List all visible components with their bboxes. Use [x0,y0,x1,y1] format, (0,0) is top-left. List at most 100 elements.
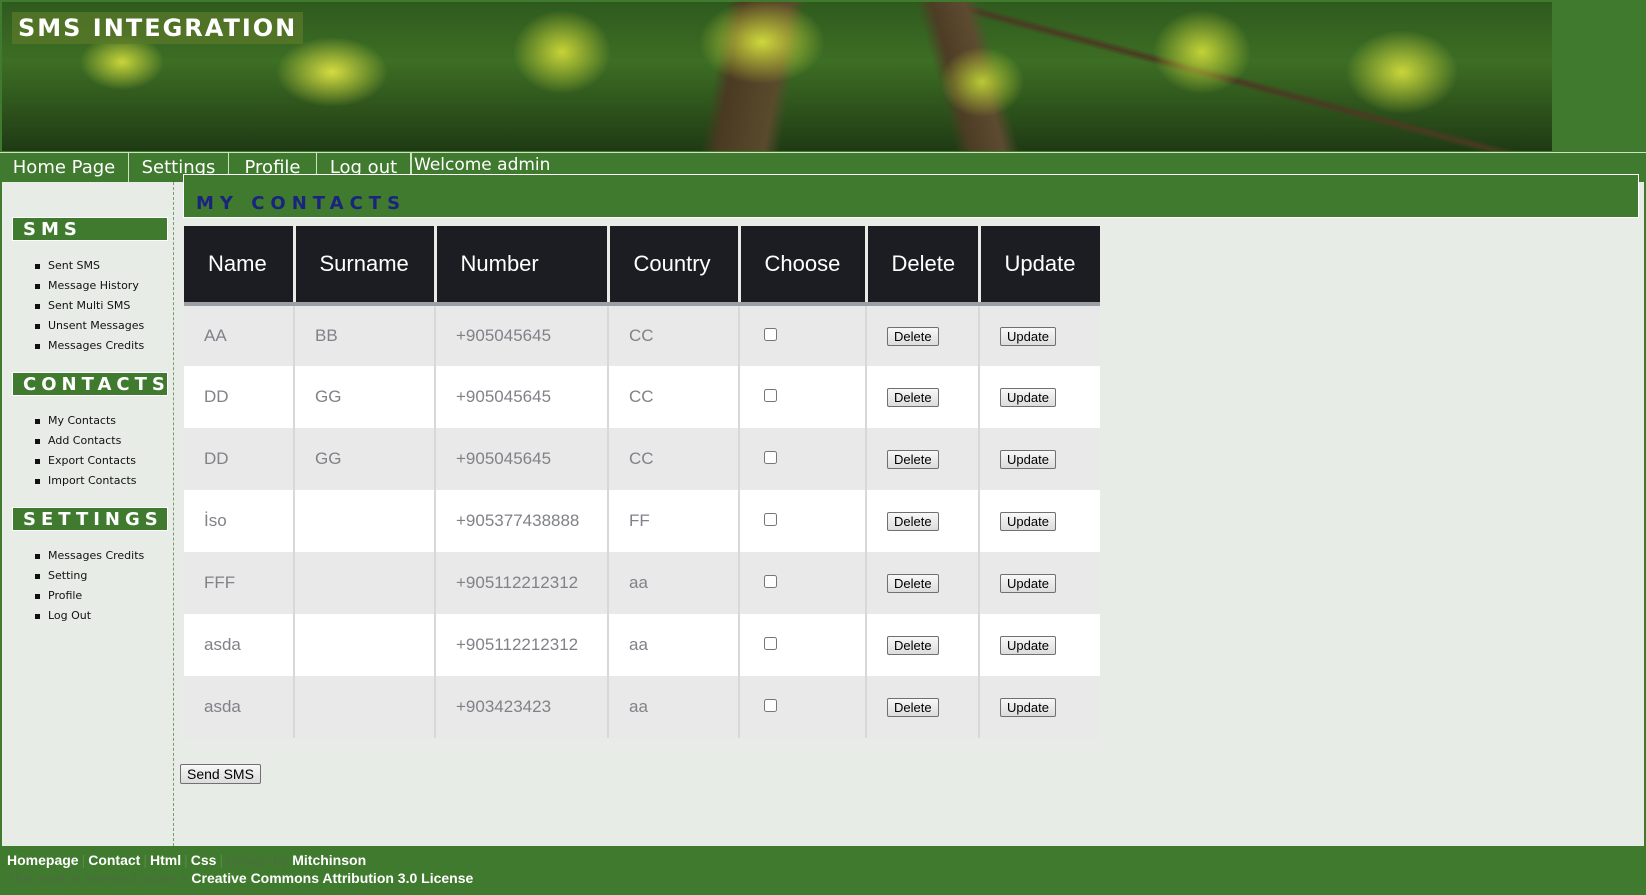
cell-delete: Delete [865,614,979,676]
page-frame: SMS INTEGRATION Home Page Settings Profi… [0,0,1646,895]
sidebar-item-sent-multi-sms[interactable]: Sent Multi SMS [34,296,144,316]
cell-choose [738,614,866,676]
cell-number: +905045645 [434,304,608,366]
sidebar-item-messages-credits-2[interactable]: Messages Credits [34,546,144,566]
sidebar-list-settings: Messages Credits Setting Profile Log Out [34,546,144,626]
cell-choose [738,428,866,490]
sidebar-list-sms: Sent SMS Message History Sent Multi SMS … [34,256,144,356]
cell-name: DD [184,366,294,428]
cell-update: Update [978,552,1100,614]
cell-delete: Delete [865,676,979,738]
choose-checkbox[interactable] [764,575,777,588]
column-header-country: Country [606,226,739,306]
cell-country: aa [607,552,739,614]
cell-update: Update [978,366,1100,428]
header-banner: SMS INTEGRATION [2,2,1552,151]
cell-country: aa [607,676,739,738]
delete-button[interactable]: Delete [887,574,939,593]
footer-link-css[interactable]: Css [191,852,217,868]
footer-link-homepage[interactable]: Homepage [7,852,79,868]
update-button[interactable]: Update [1000,698,1056,717]
sidebar-item-log-out[interactable]: Log Out [34,606,144,626]
cell-update: Update [978,428,1100,490]
update-button[interactable]: Update [1000,388,1056,407]
footer-separator: | [81,852,86,868]
cell-number: +905045645 [434,366,608,428]
sidebar-item-profile[interactable]: Profile [34,586,144,606]
sidebar-item-sent-sms[interactable]: Sent SMS [34,256,144,276]
cell-country: CC [607,304,739,366]
delete-button[interactable]: Delete [887,698,939,717]
table-row: DD GG +905045645 CC Delete Update [184,366,1100,428]
choose-checkbox[interactable] [764,389,777,402]
choose-checkbox[interactable] [764,699,777,712]
sidebar-item-import-contacts[interactable]: Import Contacts [35,471,137,491]
cell-name: AA [184,304,294,366]
cell-update: Update [978,304,1100,366]
sidebar-item-message-history[interactable]: Message History [34,276,144,296]
cell-number: +903423423 [434,676,608,738]
contacts-table: Name Surname Number Country Choose Delet… [184,226,1100,738]
footer: Homepage | Contact | Html | Css | Design by Mitc… [0,846,1646,895]
delete-button[interactable]: Delete [887,388,939,407]
cell-name: asda [184,614,294,676]
cell-surname [293,490,435,552]
update-button[interactable]: Update [1000,574,1056,593]
update-button[interactable]: Update [1000,450,1056,469]
site-title: SMS INTEGRATION [12,12,304,44]
sidebar-heading-contacts: CONTACTS [12,372,168,396]
sidebar-heading-settings: SETTINGS [12,507,168,531]
cell-delete: Delete [865,366,979,428]
cell-surname: GG [293,366,435,428]
footer-link-designer[interactable]: Mitchinson [292,852,366,868]
cell-choose [738,490,866,552]
choose-checkbox[interactable] [764,328,777,341]
sidebar-item-my-contacts[interactable]: My Contacts [35,411,137,431]
choose-checkbox[interactable] [764,451,777,464]
column-header-update: Update [977,226,1100,306]
footer-link-html[interactable]: Html [150,852,181,868]
page-title: MY CONTACTS [196,193,407,214]
main-heading-bar: MY CONTACTS [183,174,1639,218]
sidebar-item-setting[interactable]: Setting [34,566,144,586]
cell-number: +905112212312 [434,614,608,676]
table-row: asda +903423423 aa Delete Update [184,676,1100,738]
cell-update: Update [978,490,1100,552]
sidebar-item-unsent-messages[interactable]: Unsent Messages [34,316,144,336]
cell-name: DD [184,428,294,490]
update-button[interactable]: Update [1000,327,1056,346]
nav-home-page[interactable]: Home Page [0,153,129,182]
cell-country: CC [607,428,739,490]
choose-checkbox[interactable] [764,513,777,526]
table-row: AA BB +905045645 CC Delete Update [184,304,1100,366]
column-header-delete: Delete [864,226,979,306]
cell-choose [738,304,866,366]
update-button[interactable]: Update [1000,512,1056,531]
cell-name: İso [184,490,294,552]
content-area: SMS Sent SMS Message History Sent Multi … [2,174,1644,846]
cell-choose [738,366,866,428]
cell-delete: Delete [865,304,979,366]
footer-license-text: This work is licensed under a [7,870,188,886]
cell-surname [293,676,435,738]
cell-country: aa [607,614,739,676]
delete-button[interactable]: Delete [887,450,939,469]
delete-button[interactable]: Delete [887,327,939,346]
cell-choose [738,676,866,738]
table-row: asda +905112212312 aa Delete Update [184,614,1100,676]
sidebar-item-messages-credits[interactable]: Messages Credits [34,336,144,356]
cell-update: Update [978,676,1100,738]
sidebar-item-export-contacts[interactable]: Export Contacts [35,451,137,471]
cell-delete: Delete [865,428,979,490]
column-header-surname: Surname [292,226,435,306]
sidebar-item-add-contacts[interactable]: Add Contacts [35,431,137,451]
cell-number: +905112212312 [434,552,608,614]
send-sms-button[interactable]: Send SMS [180,764,261,784]
cell-country: CC [607,366,739,428]
delete-button[interactable]: Delete [887,512,939,531]
footer-link-contact[interactable]: Contact [88,852,140,868]
choose-checkbox[interactable] [764,637,777,650]
footer-link-license[interactable]: Creative Commons Attribution 3.0 License [191,870,473,886]
delete-button[interactable]: Delete [887,636,939,655]
update-button[interactable]: Update [1000,636,1056,655]
